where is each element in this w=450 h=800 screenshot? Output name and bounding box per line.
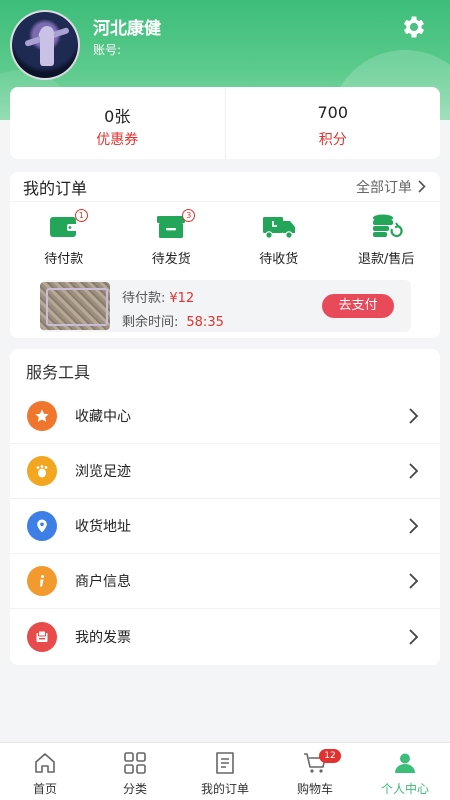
- tab-personal-center[interactable]: 个人中心: [360, 743, 450, 800]
- stats-card: 0张 优惠券 700 积分: [10, 87, 440, 159]
- points-count: 700: [317, 103, 349, 122]
- product-thumbnail: [40, 282, 110, 330]
- tab-home[interactable]: 首页: [0, 743, 90, 800]
- bottom-tab-bar: 首页 分类 我的订单 12 购物车 个人中心: [0, 742, 450, 800]
- tab-label: 分类: [122, 782, 147, 796]
- points-label: 积分: [318, 132, 347, 148]
- time-value: 58:35: [186, 315, 224, 330]
- pending-shipment-badge: 3: [182, 209, 196, 222]
- status-refund[interactable]: 退款/售后: [333, 202, 441, 268]
- invoice-icon: [27, 621, 57, 652]
- tab-label: 个人中心: [380, 782, 429, 796]
- info-icon: [27, 566, 57, 596]
- service-tools-card: 服务工具 收藏中心 浏览足迹 收货地址 商户信息 我的发票: [10, 349, 440, 665]
- truck-icon: [262, 217, 295, 239]
- status-pending-payment[interactable]: 1 待付款: [10, 202, 118, 268]
- orders-icon: [216, 752, 234, 774]
- chevron-right-icon: [409, 408, 419, 424]
- tool-label: 商户信息: [75, 574, 131, 590]
- pay-button[interactable]: 去支付: [322, 294, 394, 318]
- all-orders-link[interactable]: 全部订单: [356, 177, 426, 197]
- chevron-right-icon: [409, 463, 419, 479]
- chevron-right-icon: [409, 573, 419, 589]
- chevron-right-icon: [409, 628, 419, 645]
- avatar[interactable]: [10, 10, 80, 80]
- orders-card: 我的订单 全部订单 1 待付款 3 待发货 待收货 退款/售后 待付款: ¥12…: [10, 172, 440, 338]
- tool-label: 收藏中心: [75, 409, 131, 425]
- status-label: 待付款: [44, 252, 84, 267]
- location-icon: [27, 511, 57, 541]
- chevron-right-icon: [409, 518, 419, 534]
- orders-header: 我的订单 全部订单: [10, 172, 440, 202]
- tool-favorites[interactable]: 收藏中心: [10, 389, 440, 444]
- tab-cart[interactable]: 12 购物车: [270, 743, 360, 800]
- tool-invoice[interactable]: 我的发票: [10, 609, 440, 664]
- status-pending-shipment[interactable]: 3 待发货: [118, 202, 226, 268]
- status-pending-receipt[interactable]: 待收货: [225, 202, 333, 268]
- tool-address[interactable]: 收货地址: [10, 499, 440, 554]
- refund-icon: [373, 214, 403, 238]
- coupon-stat[interactable]: 0张 优惠券: [10, 87, 225, 159]
- gear-icon[interactable]: [400, 13, 428, 41]
- all-orders-label: 全部订单: [356, 179, 412, 196]
- star-icon: [27, 401, 57, 431]
- tool-history[interactable]: 浏览足迹: [10, 444, 440, 499]
- tool-label: 浏览足迹: [75, 464, 131, 480]
- tab-label: 首页: [32, 782, 57, 796]
- remaining-time: 剩余时间: 58:35: [122, 311, 224, 330]
- status-label: 退款/售后: [358, 252, 415, 267]
- tab-label: 购物车: [296, 782, 333, 796]
- tab-my-orders[interactable]: 我的订单: [180, 743, 270, 800]
- status-label: 待收货: [259, 252, 299, 267]
- person-icon: [395, 753, 415, 773]
- amount-label: 待付款:: [122, 291, 166, 306]
- points-stat[interactable]: 700 积分: [224, 87, 441, 159]
- cart-badge: 12: [319, 749, 341, 763]
- pending-payment-badge: 1: [74, 209, 88, 222]
- tool-label: 收货地址: [75, 519, 131, 535]
- status-label: 待发货: [151, 252, 191, 267]
- tool-label: 我的发票: [75, 629, 131, 646]
- pending-amount: 待付款: ¥12: [122, 287, 194, 306]
- chevron-right-icon: [418, 180, 426, 193]
- tab-category[interactable]: 分类: [90, 743, 180, 800]
- pending-order[interactable]: 待付款: ¥12 剩余时间: 58:35 去支付: [40, 280, 411, 332]
- home-icon: [35, 753, 55, 773]
- order-status-row: 1 待付款 3 待发货 待收货 退款/售后: [10, 202, 440, 268]
- orders-title: 我的订单: [23, 178, 88, 198]
- tools-title: 服务工具: [26, 363, 91, 382]
- tool-merchant-info[interactable]: 商户信息: [10, 554, 440, 609]
- amount-value: ¥12: [169, 291, 195, 306]
- category-icon: [124, 752, 146, 774]
- username: 河北康健: [93, 19, 161, 39]
- account-label: 账号:: [93, 43, 122, 57]
- footprint-icon: [27, 456, 57, 486]
- tab-label: 我的订单: [200, 782, 249, 796]
- coupon-count: 0张: [104, 107, 131, 126]
- time-label: 剩余时间:: [122, 315, 179, 330]
- coupon-label: 优惠券: [96, 132, 139, 148]
